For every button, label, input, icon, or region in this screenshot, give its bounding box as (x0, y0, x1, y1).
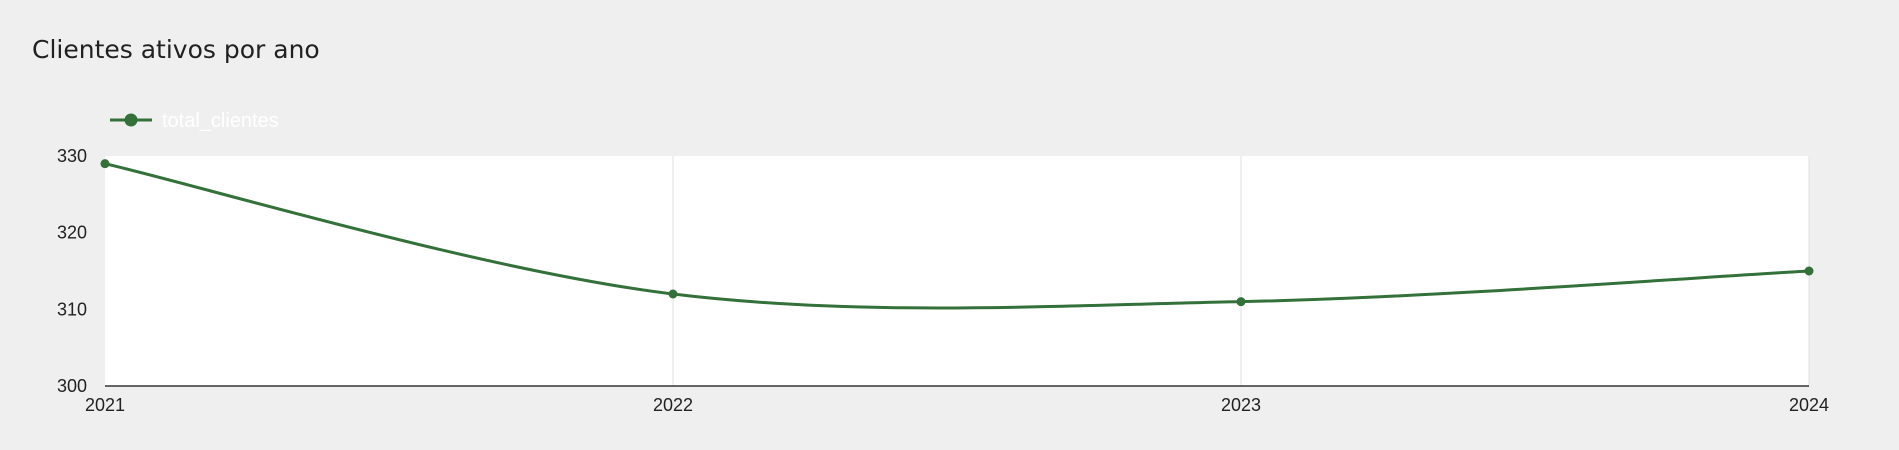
data-point-2024[interactable] (1804, 266, 1814, 276)
x-tick-label-2023: 2023 (1221, 395, 1261, 415)
x-axis-ticks: 2021 2022 2023 2024 (85, 395, 1829, 415)
y-tick-label-320: 320 (57, 223, 87, 243)
x-tick-label-2021: 2021 (85, 395, 125, 415)
x-tick-label-2022: 2022 (653, 395, 693, 415)
x-tick-label-2024: 2024 (1789, 395, 1829, 415)
chart-card: Clientes ativos por ano 300 310 320 330 202… (0, 0, 1899, 450)
data-point-2022[interactable] (668, 289, 678, 299)
y-axis-ticks: 300 310 320 330 (57, 146, 87, 396)
y-tick-label-300: 300 (57, 376, 87, 396)
y-tick-label-310: 310 (57, 299, 87, 319)
line-chart: 300 310 320 330 2021 2022 2023 2024 total_clie… (57, 110, 1829, 415)
data-point-2023[interactable] (1236, 297, 1246, 307)
legend-label-total-clientes: total_clientes (162, 110, 279, 132)
legend-dot-marker (124, 113, 138, 127)
plot-area (105, 156, 1809, 386)
y-tick-label-330: 330 (57, 146, 87, 166)
legend[interactable]: total_clientes (110, 110, 279, 132)
data-point-2021[interactable] (100, 159, 110, 169)
